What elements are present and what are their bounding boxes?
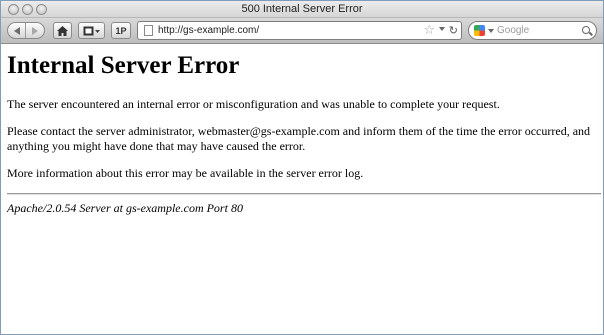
bookmark-star-icon[interactable]: ☆ <box>423 23 435 38</box>
page-content: Internal Server Error The server encount… <box>1 45 603 334</box>
history-dropdown-icon[interactable] <box>439 27 445 31</box>
search-engine-dropdown-icon[interactable] <box>488 29 494 33</box>
error-paragraph-2: Please contact the server administrator,… <box>7 124 591 153</box>
error-paragraph-3: More information about this error may be… <box>7 166 364 180</box>
server-signature: Apache/2.0.54 Server at gs-example.com P… <box>7 201 243 215</box>
page-icon <box>144 25 153 36</box>
error-paragraph-1: The server encountered an internal error… <box>7 97 500 111</box>
url-text[interactable]: http://gs-example.com/ <box>158 25 259 36</box>
bookmarks-icon <box>83 26 100 35</box>
google-icon[interactable] <box>474 25 485 36</box>
home-button[interactable] <box>53 22 72 39</box>
back-arrow-icon <box>13 26 20 35</box>
back-button[interactable] <box>8 23 26 38</box>
onepassword-button[interactable]: 1P <box>111 22 131 39</box>
search-placeholder[interactable]: Google <box>497 25 529 36</box>
search-bar[interactable]: Google <box>468 21 597 40</box>
browser-toolbar: 1P http://gs-example.com/ ☆ ↻ Google <box>1 18 603 44</box>
navigation-buttons <box>7 22 45 39</box>
title-bar: 500 Internal Server Error <box>1 1 603 18</box>
window-title: 500 Internal Server Error <box>241 3 363 15</box>
browser-window: 500 Internal Server Error 1P http://gs-e… <box>0 0 604 335</box>
forward-arrow-icon <box>32 26 38 35</box>
search-icon[interactable] <box>582 26 590 34</box>
bookmarks-button[interactable] <box>78 22 105 39</box>
address-bar[interactable]: http://gs-example.com/ ☆ ↻ <box>137 21 462 40</box>
reload-icon[interactable]: ↻ <box>449 23 458 38</box>
error-heading: Internal Server Error <box>7 52 240 79</box>
divider <box>7 193 601 195</box>
home-icon <box>57 25 68 36</box>
forward-button[interactable] <box>26 23 44 38</box>
